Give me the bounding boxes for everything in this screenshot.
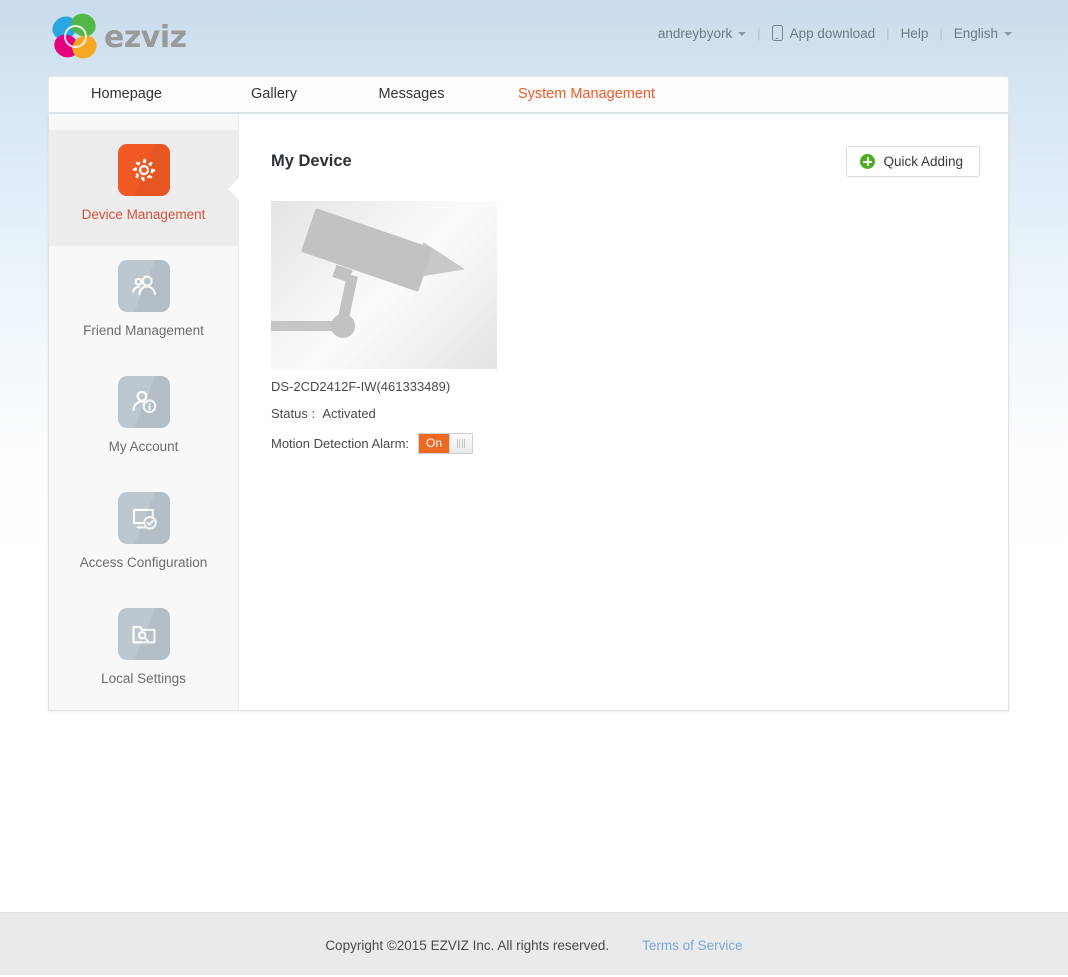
ezviz-petal-logo-icon <box>52 14 98 60</box>
sidebar-item-my-account[interactable]: My Account <box>49 362 238 478</box>
chevron-down-icon <box>738 32 746 36</box>
logo-ring <box>64 25 87 48</box>
main-tabbar: Homepage Gallery Messages System Managem… <box>48 76 1009 113</box>
nav-separator-2: | <box>886 26 889 41</box>
device-card: DS-2CD2412F-IW(461333489) Status : Activ… <box>271 201 497 454</box>
tab-homepage[interactable]: Homepage <box>49 76 204 113</box>
quick-adding-label: Quick Adding <box>883 154 963 169</box>
grip-line <box>464 439 465 448</box>
nav-separator-1: | <box>757 26 760 41</box>
grip-line <box>462 439 463 448</box>
device-thumbnail[interactable] <box>271 201 497 369</box>
language-label: English <box>954 26 998 41</box>
sidebar-item-label: Friend Management <box>83 323 204 339</box>
device-status-row: Status : Activated <box>271 406 497 421</box>
user-info-icon <box>118 376 170 428</box>
top-navigation: andreybyork | App download | Help | Engl… <box>658 25 1012 41</box>
username-label: andreybyork <box>658 26 732 41</box>
sidebar-item-access-configuration[interactable]: Access Configuration <box>49 478 238 594</box>
motion-detection-alarm-toggle[interactable]: On <box>418 433 473 454</box>
nav-separator-3: | <box>939 26 942 41</box>
chevron-down-icon <box>1004 32 1012 36</box>
mobile-phone-icon <box>772 25 783 41</box>
user-menu[interactable]: andreybyork <box>658 26 746 41</box>
sidebar-item-friend-management[interactable]: Friend Management <box>49 246 238 362</box>
brand-name: ezviz <box>104 20 187 55</box>
help-link[interactable]: Help <box>901 26 929 41</box>
app-download-label: App download <box>790 26 876 41</box>
page-title: My Device <box>271 146 352 171</box>
device-name: DS-2CD2412F-IW(461333489) <box>271 379 497 394</box>
page-header: ezviz andreybyork | App download | Help … <box>0 0 1068 76</box>
grip-line <box>459 439 460 448</box>
users-icon <box>118 260 170 312</box>
gear-icon <box>118 144 170 196</box>
app-download-link[interactable]: App download <box>772 25 876 41</box>
sidebar-item-label: Local Settings <box>101 671 186 687</box>
terms-of-service-link[interactable]: Terms of Service <box>642 938 743 953</box>
folder-wrench-icon <box>118 608 170 660</box>
sidebar-item-label: Device Management <box>82 207 206 223</box>
sidebar-item-local-settings[interactable]: Local Settings <box>49 594 238 710</box>
grip-line <box>457 439 458 448</box>
motion-detection-alarm-label: Motion Detection Alarm: <box>271 436 409 451</box>
page-footer: Copyright ©2015 EZVIZ Inc. All rights re… <box>0 912 1068 977</box>
toggle-state-label: On <box>419 434 449 453</box>
content-panel: Device Management Friend Management <box>48 114 1009 711</box>
main-content: My Device Quick Adding DS-2CD2412F-IW(46… <box>239 114 1008 710</box>
language-selector[interactable]: English <box>954 26 1012 41</box>
sidebar-item-device-management[interactable]: Device Management <box>49 130 238 246</box>
plus-circle-icon <box>860 154 875 169</box>
camera-body <box>301 208 433 292</box>
device-status-value: Activated <box>322 406 375 421</box>
monitor-check-icon <box>118 492 170 544</box>
toggle-handle[interactable] <box>449 434 472 453</box>
active-item-arrow-icon <box>228 178 239 200</box>
tab-messages[interactable]: Messages <box>344 76 479 113</box>
sidebar-item-label: My Account <box>109 439 179 455</box>
device-status-label: Status : <box>271 406 315 421</box>
sidebar: Device Management Friend Management <box>49 114 239 710</box>
tab-system-management[interactable]: System Management <box>479 76 694 113</box>
motion-detection-alarm-row: Motion Detection Alarm: On <box>271 433 497 454</box>
tab-gallery[interactable]: Gallery <box>204 76 344 113</box>
copyright-text: Copyright ©2015 EZVIZ Inc. All rights re… <box>325 938 609 953</box>
content-header: My Device Quick Adding <box>271 146 980 177</box>
quick-adding-button[interactable]: Quick Adding <box>846 146 980 177</box>
sidebar-item-label: Access Configuration <box>80 555 208 571</box>
brand-logo[interactable]: ezviz <box>52 14 187 60</box>
